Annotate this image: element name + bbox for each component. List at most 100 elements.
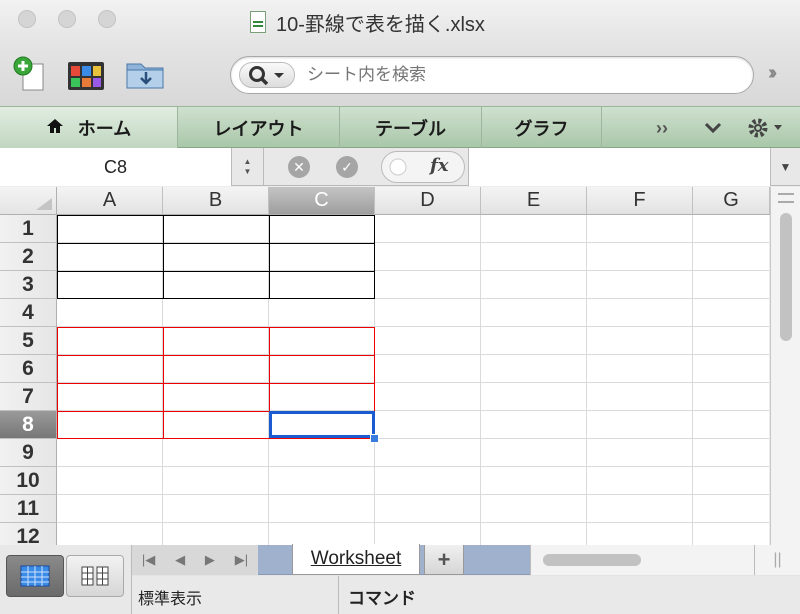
- cell-area[interactable]: [57, 215, 769, 551]
- cell-c7[interactable]: [269, 383, 375, 411]
- excel-document-icon: [250, 11, 266, 33]
- add-sheet-button[interactable]: +: [424, 545, 464, 575]
- cell-c3[interactable]: [269, 271, 375, 299]
- cell-c6[interactable]: [269, 355, 375, 383]
- tab-home[interactable]: ホーム: [0, 107, 178, 149]
- cell-a6[interactable]: [57, 355, 163, 383]
- column-header-d[interactable]: D: [375, 187, 481, 215]
- row-header-8[interactable]: 8: [0, 411, 57, 439]
- home-icon: [46, 118, 64, 139]
- template-gallery-button[interactable]: [66, 54, 106, 94]
- column-header-b[interactable]: B: [163, 187, 269, 215]
- column-header-a[interactable]: A: [57, 187, 163, 215]
- minimize-window-button[interactable]: [58, 10, 76, 28]
- row-header-3[interactable]: 3: [0, 271, 57, 299]
- row-header-9[interactable]: 9: [0, 439, 57, 467]
- toggle-circle-icon: [389, 158, 407, 176]
- select-all-corner[interactable]: [0, 187, 57, 215]
- last-sheet-icon[interactable]: ▶|: [235, 552, 248, 568]
- cell-a5[interactable]: [57, 327, 163, 355]
- toolbar-overflow-icon[interactable]: ››: [768, 62, 778, 85]
- tab-chart-label: グラフ: [514, 119, 569, 140]
- fill-handle[interactable]: [370, 434, 379, 443]
- formula-bar-expand-button[interactable]: ▼: [770, 148, 800, 186]
- stepper-down-icon: ▼: [243, 167, 252, 176]
- ribbon-more-tabs-icon[interactable]: ››: [656, 107, 668, 149]
- name-box-stepper[interactable]: ▲ ▼: [232, 148, 264, 186]
- cancel-entry-button[interactable]: ✕: [288, 156, 310, 178]
- cell-b3[interactable]: [163, 271, 269, 299]
- cell-b6[interactable]: [163, 355, 269, 383]
- split-grip-icon[interactable]: [778, 193, 794, 203]
- page-layout-icon: [81, 566, 109, 586]
- chevron-down-icon: ▼: [779, 160, 792, 174]
- row-header-4[interactable]: 4: [0, 299, 57, 327]
- ribbon-collapse-icon[interactable]: [704, 107, 722, 149]
- cell-b2[interactable]: [163, 243, 269, 271]
- open-folder-button[interactable]: [124, 54, 164, 94]
- vertical-scroll-thumb[interactable]: [780, 213, 792, 341]
- sheet-navigation: |◀ ◀ ▶ ▶|: [132, 545, 258, 575]
- cell-c2[interactable]: [269, 243, 375, 271]
- row-header-10[interactable]: 10: [0, 467, 57, 495]
- cell-a8[interactable]: [57, 411, 163, 439]
- insert-function-button[interactable]: [381, 151, 465, 183]
- new-workbook-button[interactable]: [10, 54, 50, 94]
- row-header-7[interactable]: 7: [0, 383, 57, 411]
- cell-a3[interactable]: [57, 271, 163, 299]
- sheet-tab-bar: |◀ ◀ ▶ ▶| Worksheet + ||: [132, 544, 800, 575]
- stepper-up-icon: ▲: [243, 157, 252, 166]
- cell-b7[interactable]: [163, 383, 269, 411]
- horizontal-scrollbar[interactable]: [530, 545, 754, 575]
- column-header-c[interactable]: C: [269, 187, 375, 215]
- tab-table[interactable]: テーブル: [340, 107, 482, 149]
- row-header-5[interactable]: 5: [0, 327, 57, 355]
- template-gallery-icon: [68, 62, 104, 90]
- tab-chart[interactable]: グラフ: [482, 107, 602, 149]
- column-header-f[interactable]: F: [587, 187, 693, 215]
- column-header-g[interactable]: G: [693, 187, 770, 215]
- column-header-e[interactable]: E: [481, 187, 587, 215]
- cell-a1[interactable]: [57, 215, 163, 243]
- next-sheet-icon[interactable]: ▶: [205, 552, 215, 568]
- search-options-button[interactable]: [239, 62, 295, 88]
- split-handle-icon[interactable]: ||: [754, 545, 800, 575]
- cell-c1[interactable]: [269, 215, 375, 243]
- page-layout-view-button[interactable]: [66, 555, 124, 597]
- cell-b5[interactable]: [163, 327, 269, 355]
- cell-c5[interactable]: [269, 327, 375, 355]
- cell-a7[interactable]: [57, 383, 163, 411]
- view-switcher: [0, 545, 132, 614]
- ribbon-settings-icon[interactable]: [746, 107, 786, 149]
- title-bar: 10-罫線で表を描く.xlsx: [0, 0, 800, 44]
- sheet-tab-worksheet[interactable]: Worksheet: [292, 544, 420, 575]
- row-header-2[interactable]: 2: [0, 243, 57, 271]
- fx-label: fx: [430, 155, 449, 176]
- formula-input[interactable]: [468, 148, 770, 186]
- close-icon: ✕: [293, 158, 305, 175]
- horizontal-scroll-thumb[interactable]: [543, 554, 641, 566]
- normal-view-button[interactable]: [6, 555, 64, 597]
- close-window-button[interactable]: [18, 10, 36, 28]
- first-sheet-icon[interactable]: |◀: [142, 552, 155, 568]
- tab-layout-label: レイアウト: [213, 119, 304, 140]
- confirm-entry-button[interactable]: ✓: [336, 156, 358, 178]
- cell-b1[interactable]: [163, 215, 269, 243]
- row-header-6[interactable]: 6: [0, 355, 57, 383]
- row-header-11[interactable]: 11: [0, 495, 57, 523]
- previous-sheet-icon[interactable]: ◀: [175, 552, 185, 568]
- tab-layout[interactable]: レイアウト: [178, 107, 340, 149]
- zoom-window-button[interactable]: [98, 10, 116, 28]
- cell-b8[interactable]: [163, 411, 269, 439]
- window-title-text: 10-罫線で表を描く.xlsx: [276, 13, 485, 36]
- window-title: 10-罫線で表を描く.xlsx: [250, 8, 485, 36]
- new-document-icon: [13, 56, 44, 91]
- search-field[interactable]: [230, 56, 754, 94]
- magnifier-icon: [249, 66, 284, 86]
- vertical-scrollbar[interactable]: [770, 187, 800, 551]
- search-input[interactable]: [307, 63, 727, 87]
- active-cell-c8[interactable]: [269, 411, 375, 438]
- row-header-1[interactable]: 1: [0, 215, 57, 243]
- cell-a2[interactable]: [57, 243, 163, 271]
- name-box[interactable]: C8: [0, 148, 232, 186]
